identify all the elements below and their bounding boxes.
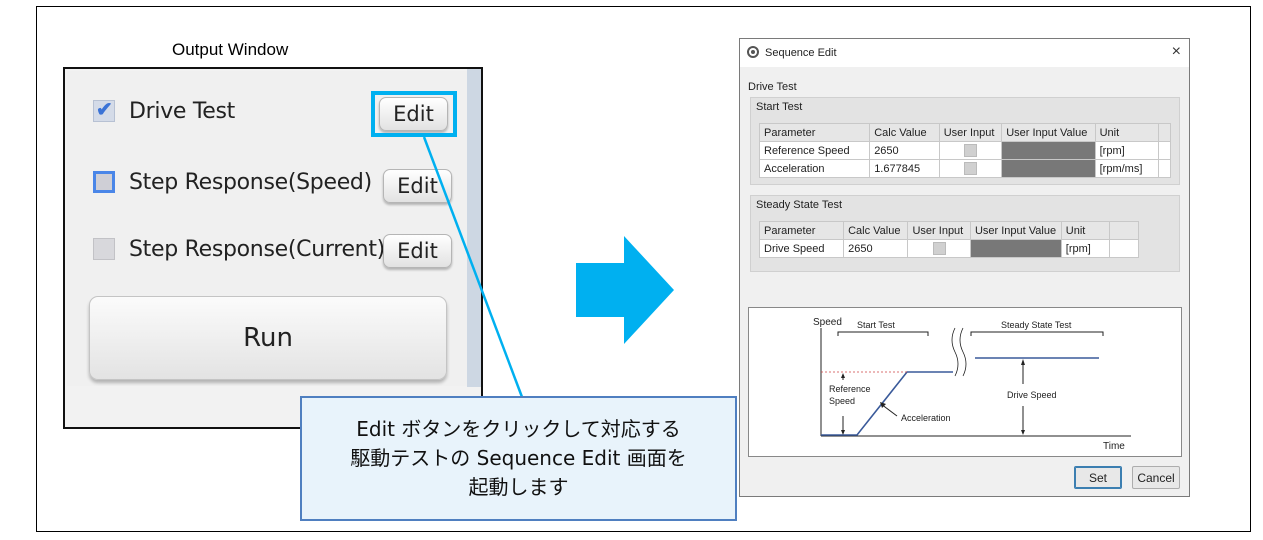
user-input-value-field[interactable] bbox=[969, 239, 1062, 258]
col-unit: Unit bbox=[1094, 123, 1159, 142]
cell-unit: [rpm] bbox=[1094, 141, 1159, 160]
col-user-input: User Input bbox=[938, 123, 1003, 142]
steady-state-table: Parameter Calc Value User Input User Inp… bbox=[758, 221, 1140, 258]
col-parameter: Parameter bbox=[758, 123, 871, 142]
cell-parameter: Acceleration bbox=[758, 159, 871, 178]
reference-speed-label-2: Speed bbox=[829, 396, 855, 406]
user-input-checkbox[interactable] bbox=[963, 144, 977, 157]
steady-state-diagram-label: Steady State Test bbox=[1001, 320, 1072, 330]
user-input-checkbox[interactable] bbox=[963, 162, 977, 175]
table-row: Acceleration 1.677845 [rpm/ms] bbox=[758, 159, 1172, 178]
right-arrow-icon bbox=[576, 236, 674, 344]
col-user-input-value: User Input Value bbox=[1001, 123, 1096, 142]
acceleration-diagram-label: Acceleration bbox=[901, 413, 951, 423]
app-gear-icon bbox=[747, 46, 759, 58]
cancel-button[interactable]: Cancel bbox=[1132, 466, 1180, 489]
speed-profile-diagram: Speed Time Start Test Steady State Test … bbox=[748, 307, 1182, 457]
steady-state-group: Steady State Test Parameter Calc Value U… bbox=[750, 195, 1180, 272]
drive-arrow-up-head bbox=[1021, 359, 1025, 365]
drive-test-heading: Drive Test bbox=[748, 81, 797, 93]
cell-spacer bbox=[1108, 239, 1140, 258]
cell-calc-value: 1.677845 bbox=[869, 159, 940, 178]
drive-arrow-down-head bbox=[1021, 430, 1025, 435]
start-test-group: Start Test Parameter Calc Value User Inp… bbox=[750, 97, 1180, 185]
col-parameter: Parameter bbox=[758, 221, 845, 240]
dialog-title: Sequence Edit bbox=[765, 47, 837, 59]
start-test-diagram-label: Start Test bbox=[857, 320, 895, 330]
cell-spacer bbox=[1157, 141, 1172, 160]
reference-speed-label-1: Reference bbox=[829, 384, 871, 394]
col-calc-value: Calc Value bbox=[843, 221, 909, 240]
user-input-value-field[interactable] bbox=[1001, 141, 1096, 160]
callout-line-1: Edit ボタンをクリックして対応する bbox=[356, 417, 681, 441]
ref-arrow-up-head bbox=[841, 373, 845, 378]
cell-user-input bbox=[907, 239, 971, 258]
table-row: Drive Speed 2650 [rpm] bbox=[758, 239, 1140, 258]
set-button[interactable]: Set bbox=[1074, 466, 1122, 489]
dialog-titlebar: Sequence Edit × bbox=[740, 39, 1189, 67]
speed-axis-label: Speed bbox=[813, 317, 842, 328]
start-test-bracket bbox=[837, 331, 929, 336]
callout-text: Edit ボタンをクリックして対応する 駆動テストの Sequence Edit… bbox=[350, 415, 686, 502]
col-user-input: User Input bbox=[907, 221, 971, 240]
axis-break-icon bbox=[951, 327, 967, 377]
table-header-row: Parameter Calc Value User Input User Inp… bbox=[758, 123, 1172, 142]
close-icon[interactable]: × bbox=[1172, 43, 1181, 61]
table-header-row: Parameter Calc Value User Input User Inp… bbox=[758, 221, 1140, 240]
cell-user-input bbox=[938, 159, 1003, 178]
user-input-value-field[interactable] bbox=[1001, 159, 1096, 178]
callout-box: Edit ボタンをクリックして対応する 駆動テストの Sequence Edit… bbox=[300, 396, 737, 521]
cell-parameter: Drive Speed bbox=[758, 239, 845, 258]
col-calc-value: Calc Value bbox=[869, 123, 940, 142]
col-spacer bbox=[1157, 123, 1172, 142]
callout-line-3: 起動します bbox=[468, 475, 569, 499]
time-axis-label: Time bbox=[1103, 441, 1125, 452]
cell-unit: [rpm] bbox=[1060, 239, 1110, 258]
col-spacer bbox=[1108, 221, 1140, 240]
callout-line-2: 駆動テストの Sequence Edit 画面を bbox=[350, 446, 687, 470]
table-row: Reference Speed 2650 [rpm] bbox=[758, 141, 1172, 160]
connector-line bbox=[422, 136, 524, 398]
cell-calc-value: 2650 bbox=[869, 141, 940, 160]
cell-user-input bbox=[938, 141, 1003, 160]
start-test-table: Parameter Calc Value User Input User Inp… bbox=[758, 123, 1172, 178]
cell-calc-value: 2650 bbox=[843, 239, 909, 258]
steady-state-bracket bbox=[970, 331, 1104, 336]
cell-parameter: Reference Speed bbox=[758, 141, 871, 160]
col-unit: Unit bbox=[1060, 221, 1110, 240]
user-input-checkbox[interactable] bbox=[932, 242, 946, 255]
sequence-edit-dialog: Sequence Edit × Drive Test Start Test Pa… bbox=[739, 38, 1190, 497]
start-test-title: Start Test bbox=[756, 101, 803, 113]
cell-unit: [rpm/ms] bbox=[1094, 159, 1159, 178]
steady-state-title: Steady State Test bbox=[756, 199, 843, 211]
cell-spacer bbox=[1157, 159, 1172, 178]
speed-profile-svg: Speed Time Start Test Steady State Test … bbox=[813, 317, 1131, 452]
col-user-input-value: User Input Value bbox=[969, 221, 1062, 240]
drive-speed-diagram-label: Drive Speed bbox=[1007, 390, 1057, 400]
